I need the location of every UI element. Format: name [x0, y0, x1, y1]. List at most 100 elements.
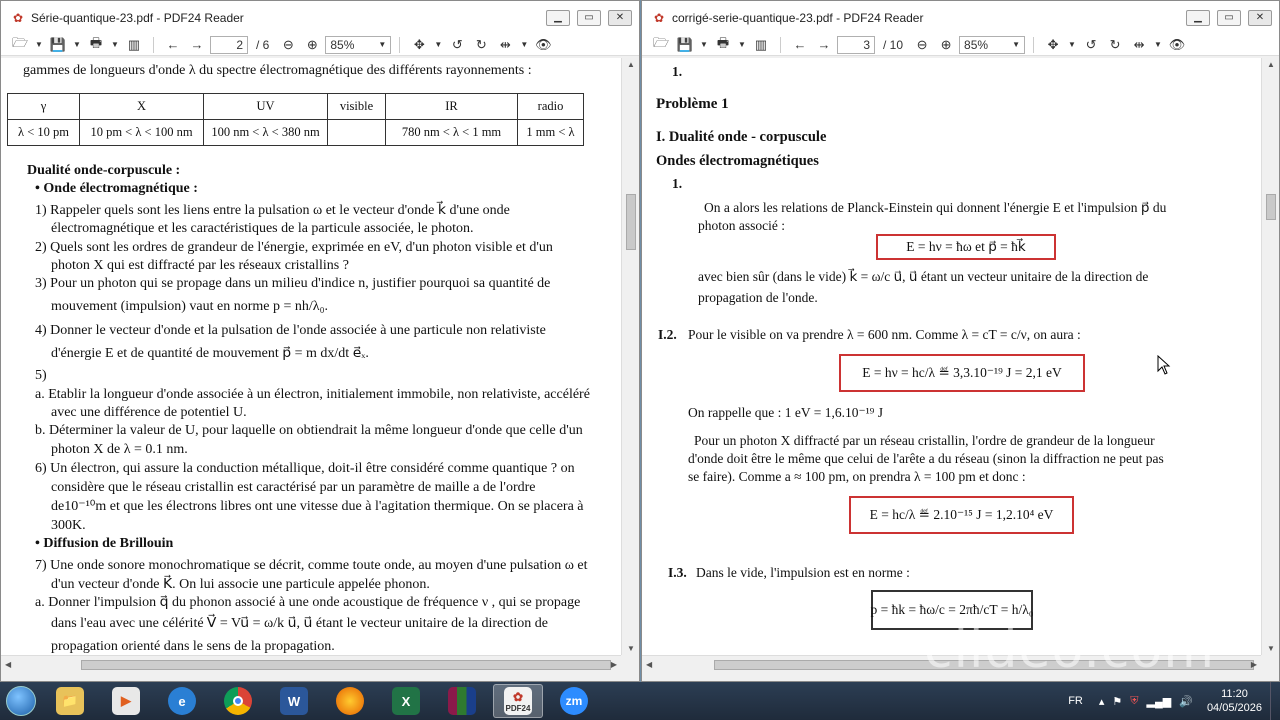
clock[interactable]: 11:20 04/05/2026 [1197, 687, 1270, 715]
vertical-scrollbar[interactable]: ▲ ▼ [621, 58, 639, 655]
print-icon[interactable]: 🖶 [85, 35, 107, 55]
show-hidden-icons-icon[interactable]: ▴ [1095, 695, 1109, 708]
chevron-down-icon[interactable]: ▼ [736, 35, 748, 55]
sidebar-toggle-icon[interactable]: ▥ [750, 35, 772, 55]
zoom-select[interactable]: 85% ▼ [325, 35, 392, 54]
rotate-right-icon[interactable]: ↻ [1104, 35, 1126, 55]
intro-text: gammes de longueurs d'onde λ du spectre … [23, 63, 532, 78]
equation: p = ħk = ħω/c = 2πħ/cT = h/λ₀ [870, 602, 1034, 617]
window-title: Série-quantique-23.pdf - PDF24 Reader [31, 10, 244, 25]
chevron-down-icon[interactable]: ▼ [1066, 35, 1078, 55]
horizontal-scrollbar[interactable]: ◀ ▶ [1, 655, 621, 673]
scroll-down-icon[interactable]: ▼ [1267, 644, 1275, 653]
taskbar-zoom[interactable]: zm [549, 684, 599, 718]
rotate-left-icon[interactable]: ↺ [446, 35, 468, 55]
view-eye-icon[interactable]: 👁 [1166, 35, 1188, 55]
rotate-right-icon[interactable]: ↻ [470, 35, 492, 55]
zoom-select[interactable]: 85% ▼ [959, 35, 1026, 54]
scroll-left-icon[interactable]: ◀ [646, 660, 652, 669]
paragraph-line: propagation de l'onde. [698, 290, 818, 305]
taskbar-firefox[interactable] [325, 684, 375, 718]
question-line: a. Donner l'impulsion q⃗ du phonon assoc… [35, 595, 581, 610]
language-indicator[interactable]: FR [1056, 695, 1095, 707]
back-arrow-icon[interactable]: ← [789, 35, 811, 55]
forward-arrow-icon[interactable]: → [813, 35, 835, 55]
paragraph-line: se faire). Comme a ≈ 100 pm, on prendra … [688, 469, 1026, 484]
security-icon[interactable]: ⛨ [1126, 695, 1142, 708]
flag-icon[interactable]: ⚑ [1108, 695, 1126, 708]
question-line: 7) Une onde sonore monochromatique se dé… [35, 558, 588, 573]
back-arrow-icon[interactable]: ← [162, 35, 184, 55]
network-icon[interactable]: ▂▄▆ [1143, 695, 1176, 708]
chevron-down-icon[interactable]: ▼ [1152, 35, 1164, 55]
move-icon[interactable]: ✥ [1042, 35, 1064, 55]
rotate-left-icon[interactable]: ↺ [1080, 35, 1102, 55]
sidebar-toggle-icon[interactable]: ▥ [123, 35, 145, 55]
print-icon[interactable]: 🖶 [712, 35, 734, 55]
start-button[interactable] [0, 682, 42, 720]
minimize-button[interactable]: ▁ [1186, 9, 1210, 26]
equation-box: E = hν = ħω et p⃗ = ħk⃗ [876, 234, 1056, 260]
chevron-down-icon[interactable]: ▼ [518, 35, 530, 55]
scroll-right-icon[interactable]: ▶ [611, 660, 617, 669]
close-button[interactable]: ✕ [1248, 9, 1272, 26]
zoom-out-icon[interactable]: ⊖ [277, 35, 299, 55]
scroll-down-icon[interactable]: ▼ [627, 644, 635, 653]
scroll-left-icon[interactable]: ◀ [5, 660, 11, 669]
zoom-in-icon[interactable]: ⊕ [935, 35, 957, 55]
equation-box: E = hν = hc/λ ≝ 3,3.10⁻¹⁹ J = 2,1 eV [839, 354, 1085, 392]
fit-width-icon[interactable]: ⇹ [1128, 35, 1150, 55]
page-number-input[interactable]: 2 [210, 35, 248, 54]
volume-icon[interactable]: 🔊 [1175, 695, 1197, 708]
taskbar-chrome[interactable] [213, 684, 263, 718]
bullet-heading: • Onde électromagnétique : [35, 181, 198, 196]
view-eye-icon[interactable]: 👁 [532, 35, 554, 55]
taskbar-internet-explorer[interactable]: e [157, 684, 207, 718]
scroll-right-icon[interactable]: ▶ [1251, 660, 1257, 669]
taskbar-media-player[interactable]: ▶ [101, 684, 151, 718]
taskbar-excel[interactable]: X [381, 684, 431, 718]
save-icon[interactable]: 💾 [47, 35, 69, 55]
taskbar-winrar[interactable] [437, 684, 487, 718]
show-desktop-button[interactable] [1270, 682, 1280, 720]
question-line: b. Déterminer la valeur de U, pour laque… [35, 423, 583, 438]
vertical-scrollbar[interactable]: ▲ ▼ [1261, 58, 1279, 655]
pdf-window-right[interactable]: ✿ corrigé-serie-quantique-23.pdf - PDF24… [641, 0, 1280, 682]
table-cell: λ < 10 pm [7, 119, 80, 146]
taskbar-word[interactable]: W [269, 684, 319, 718]
table-header: visible [327, 93, 386, 120]
maximize-button[interactable]: ▭ [1217, 9, 1241, 26]
zoom-in-icon[interactable]: ⊕ [301, 35, 323, 55]
page-number-input[interactable]: 3 [837, 35, 875, 54]
forward-arrow-icon[interactable]: → [186, 35, 208, 55]
chevron-down-icon[interactable]: ▼ [33, 35, 45, 55]
chevron-down-icon[interactable]: ▼ [432, 35, 444, 55]
minimize-button[interactable]: ▁ [546, 9, 570, 26]
pdf-window-left[interactable]: ✿ Série-quantique-23.pdf - PDF24 Reader … [0, 0, 640, 682]
bullet-text: Onde électromagnétique : [43, 181, 198, 196]
close-button[interactable]: ✕ [608, 9, 632, 26]
save-icon[interactable]: 💾 [674, 35, 696, 55]
scroll-thumb[interactable] [626, 194, 636, 250]
scroll-up-icon[interactable]: ▲ [627, 60, 635, 69]
open-folder-icon[interactable]: 🗁 [9, 35, 31, 55]
scroll-up-icon[interactable]: ▲ [1267, 60, 1275, 69]
chevron-down-icon[interactable]: ▼ [698, 35, 710, 55]
fit-width-icon[interactable]: ⇹ [494, 35, 516, 55]
paragraph-line: On rappelle que : 1 eV = 1,6.10⁻¹⁹ J [688, 405, 883, 420]
table-header: radio [517, 93, 584, 120]
zoom-icon: zm [560, 687, 588, 715]
taskbar-file-explorer[interactable]: 📁 [45, 684, 95, 718]
scroll-thumb[interactable] [1266, 194, 1276, 220]
paragraph-line: avec bien sûr (dans le vide) k⃗ = ω/c u⃗… [698, 269, 1149, 284]
scroll-thumb[interactable] [81, 660, 611, 670]
chevron-down-icon[interactable]: ▼ [109, 35, 121, 55]
maximize-button[interactable]: ▭ [577, 9, 601, 26]
chevron-down-icon[interactable]: ▼ [71, 35, 83, 55]
taskbar-pdf24[interactable]: ✿ PDF24 [493, 684, 543, 718]
zoom-out-icon[interactable]: ⊖ [911, 35, 933, 55]
move-icon[interactable]: ✥ [408, 35, 430, 55]
document-view[interactable]: gammes de longueurs d'onde λ du spectre … [1, 58, 621, 655]
word-icon: W [280, 687, 308, 715]
open-folder-icon[interactable]: 🗁 [650, 35, 672, 55]
